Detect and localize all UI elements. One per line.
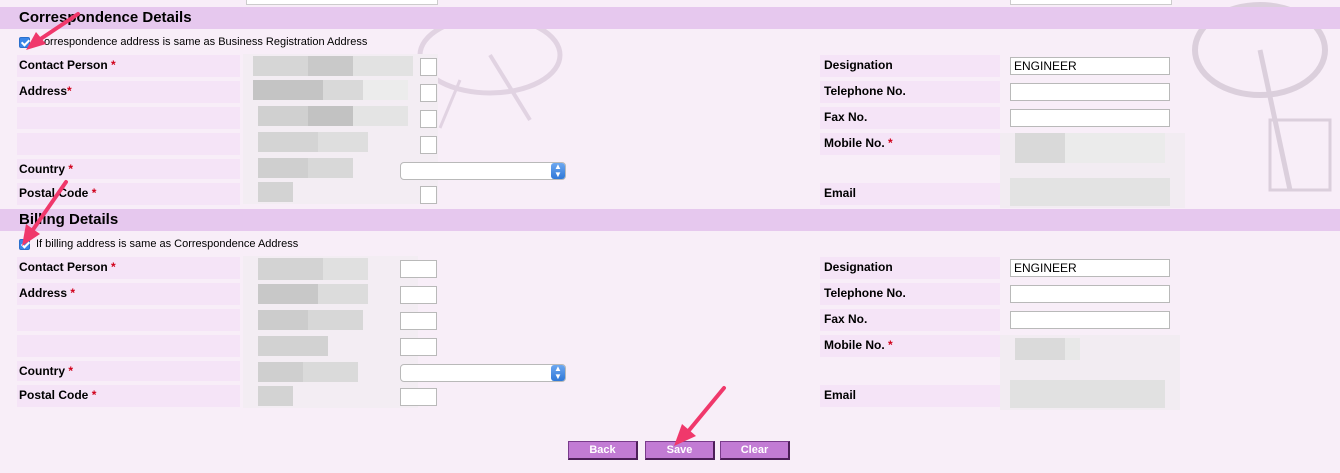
correspondence-same-as-row: Correspondence address is same as Busine… [19,33,367,51]
billing-contact-person-input[interactable] [400,260,437,278]
text-input-fragment [246,0,438,5]
billing-address-label: Address * [19,286,76,300]
billing-designation-input[interactable]: ENGINEER [1010,259,1170,277]
correspondence-telephone-label: Telephone No. [824,84,906,98]
correspondence-postal-code-input[interactable] [420,186,437,204]
select-chevron-icon: ▲ ▼ [551,163,565,179]
correspondence-country-label: Country * [19,162,74,176]
billing-contact-person-label: Contact Person * [19,260,116,274]
correspondence-section-header: Correspondence Details [0,7,1340,29]
billing-address-line1-input[interactable] [400,286,437,304]
billing-telephone-input[interactable] [1010,285,1170,303]
correspondence-designation-input[interactable]: ENGINEER [1010,57,1170,75]
billing-designation-label: Designation [824,260,893,274]
billing-address-line3-input[interactable] [400,338,437,356]
correspondence-telephone-input[interactable] [1010,83,1170,101]
billing-telephone-label: Telephone No. [824,286,906,300]
correspondence-fax-input[interactable] [1010,109,1170,127]
redacted-contact-address-block [243,54,438,204]
previous-section-fragment [0,0,1340,6]
billing-same-label: If billing address is same as Correspond… [36,238,299,250]
text-input-fragment [1010,0,1172,5]
billing-country-select[interactable]: ▲ ▼ [400,364,566,382]
billing-email-label: Email [824,388,857,402]
correspondence-address-line2-input[interactable] [420,110,437,128]
billing-fax-input[interactable] [1010,311,1170,329]
billing-postal-code-input[interactable] [400,388,437,406]
billing-country-label: Country * [19,364,74,378]
billing-title: Billing Details [19,211,119,228]
billing-section-header: Billing Details [0,209,1340,231]
correspondence-same-label: Correspondence address is same as Busine… [36,36,368,48]
billing-address-line2-input[interactable] [400,312,437,330]
billing-postal-code-label: Postal Code * [19,388,97,402]
correspondence-postal-code-label: Postal Code * [19,186,97,200]
redacted-mobile-email-block [1000,133,1185,208]
correspondence-address-line1-input[interactable] [420,84,437,102]
redacted-billing-mobile-email-block [1000,335,1180,410]
save-button[interactable]: Save [645,441,715,460]
redacted-billing-contact-address-block [243,256,418,408]
correspondence-fax-label: Fax No. [824,110,868,124]
billing-mobile-label: Mobile No. * [824,338,893,352]
correspondence-contact-person-input[interactable] [420,58,437,76]
correspondence-address-label: Address* [19,84,72,98]
correspondence-designation-label: Designation [824,58,893,72]
correspondence-email-label: Email [824,186,857,200]
back-button[interactable]: Back [568,441,638,460]
correspondence-title: Correspondence Details [19,9,192,26]
billing-fax-label: Fax No. [824,312,868,326]
billing-same-as-row: If billing address is same as Correspond… [19,235,298,253]
correspondence-same-checkbox[interactable] [19,36,30,48]
correspondence-country-select[interactable]: ▲ ▼ [400,162,566,180]
correspondence-mobile-label: Mobile No. * [824,136,893,150]
correspondence-contact-person-label: Contact Person * [19,58,116,72]
select-chevron-icon: ▲ ▼ [551,365,565,381]
billing-same-checkbox[interactable] [19,238,30,250]
correspondence-address-line3-input[interactable] [420,136,437,154]
clear-button[interactable]: Clear [720,441,790,460]
satellite-dish-background-right [1192,2,1332,192]
